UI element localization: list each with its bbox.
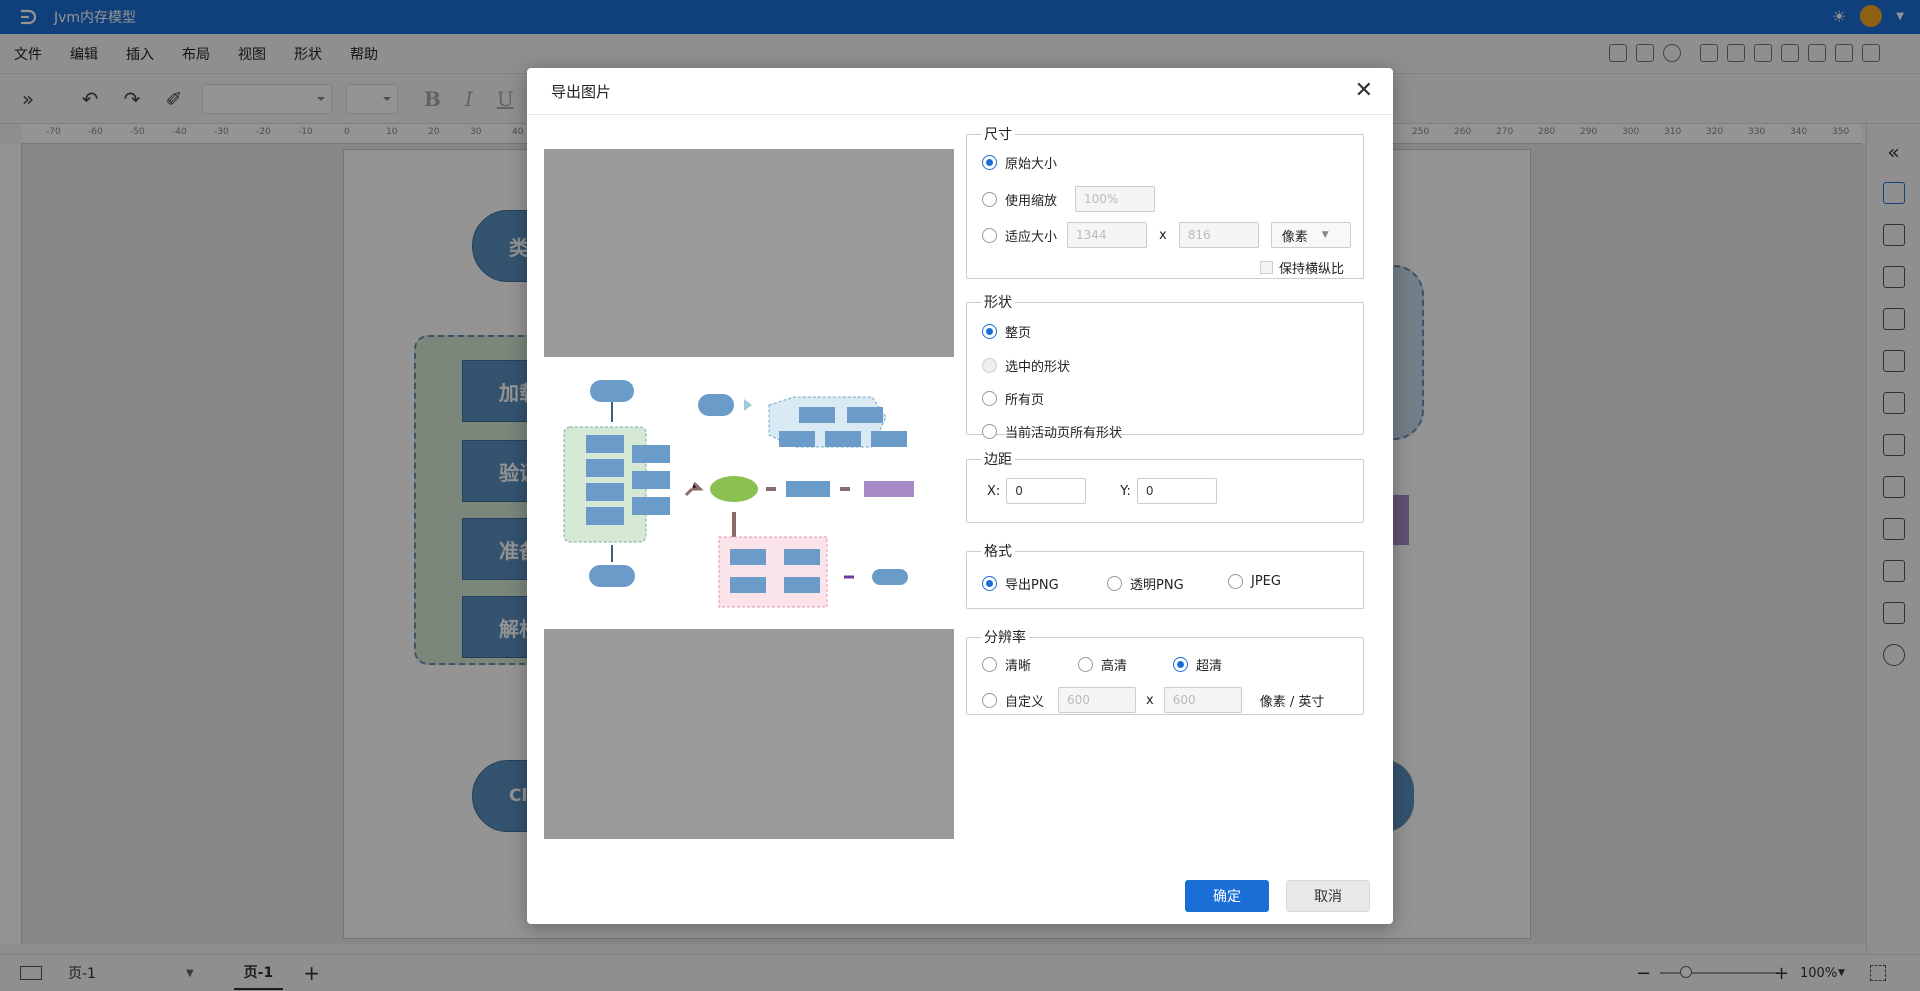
size-legend: 尺寸 bbox=[984, 127, 1012, 143]
radio-label: 自定义 bbox=[1005, 694, 1045, 710]
export-image-dialog: 导出图片 ✕ 尺寸 原始大小 使用缩放 100% 适应大小 1344 x 816… bbox=[527, 68, 1393, 924]
custom-height-input[interactable]: 600 bbox=[1163, 687, 1242, 713]
format-legend: 格式 bbox=[984, 544, 1012, 560]
format-transparent-png-radio[interactable]: 透明PNG bbox=[1107, 574, 1184, 593]
radio-label: 整页 bbox=[1005, 326, 1032, 341]
dpi-unit-label: 像素 / 英寸 bbox=[1259, 694, 1325, 710]
margin-x-label: X: bbox=[987, 483, 1001, 499]
shape-all-pages-radio[interactable]: 所有页 bbox=[982, 389, 1044, 408]
radio-dot[interactable] bbox=[982, 692, 997, 708]
radio-label: 使用缩放 bbox=[1005, 193, 1058, 209]
radio-label: 导出PNG bbox=[1005, 578, 1059, 593]
shape-selected-radio[interactable]: 选中的形状 bbox=[982, 356, 1070, 375]
cancel-button[interactable]: 取消 bbox=[1286, 880, 1370, 912]
radio-dot[interactable] bbox=[982, 358, 997, 373]
fit-x-label: x bbox=[1159, 227, 1167, 243]
fit-width-input[interactable]: 1344 bbox=[1067, 222, 1148, 248]
radio-dot[interactable] bbox=[982, 391, 997, 406]
radio-dot[interactable] bbox=[982, 324, 997, 339]
radio-label: JPEG bbox=[1251, 574, 1281, 589]
radio-label: 选中的形状 bbox=[1005, 360, 1071, 375]
chevron-down-icon: ▼ bbox=[1321, 230, 1329, 240]
shape-legend: 形状 bbox=[984, 295, 1012, 311]
resolution-clear-radio[interactable]: 清晰 bbox=[982, 655, 1031, 674]
resolution-hd-radio[interactable]: 高清 bbox=[1078, 655, 1127, 674]
margin-legend: 边距 bbox=[984, 452, 1012, 468]
export-preview bbox=[544, 149, 954, 839]
ok-button[interactable]: 确定 bbox=[1185, 880, 1269, 912]
margin-x-input[interactable]: 0 bbox=[1006, 478, 1087, 504]
margin-y-label: Y: bbox=[1120, 483, 1131, 499]
resolution-custom-radio[interactable]: 自定义 600 x 600 像素 / 英寸 bbox=[982, 687, 1324, 713]
dialog-header: 导出图片 ✕ bbox=[527, 68, 1393, 115]
radio-dot[interactable] bbox=[1107, 576, 1122, 591]
unit-select[interactable]: 像素 ▼ bbox=[1270, 222, 1351, 248]
checkbox-label: 保持横纵比 bbox=[1279, 262, 1345, 277]
margin-y-input[interactable]: 0 bbox=[1136, 478, 1217, 504]
radio-dot[interactable] bbox=[1078, 657, 1093, 672]
radio-dot[interactable] bbox=[1228, 574, 1243, 589]
radio-dot[interactable] bbox=[1173, 657, 1188, 672]
radio-label: 透明PNG bbox=[1130, 578, 1184, 593]
size-original-radio[interactable]: 原始大小 bbox=[982, 153, 1057, 172]
keep-ratio-checkbox[interactable]: 保持横纵比 bbox=[1260, 258, 1344, 277]
close-icon[interactable]: ✕ bbox=[1355, 78, 1373, 103]
size-scale-radio[interactable]: 使用缩放 100% bbox=[982, 186, 1156, 212]
dialog-title: 导出图片 bbox=[551, 83, 612, 101]
resolution-uhd-radio[interactable]: 超清 bbox=[1173, 655, 1222, 674]
radio-dot[interactable] bbox=[982, 657, 997, 672]
format-jpeg-radio[interactable]: JPEG bbox=[1228, 574, 1281, 589]
radio-dot[interactable] bbox=[982, 155, 997, 170]
radio-dot[interactable] bbox=[982, 424, 997, 439]
scale-input[interactable]: 100% bbox=[1075, 186, 1156, 212]
unit-select-value: 像素 bbox=[1281, 229, 1308, 245]
checkbox-box[interactable] bbox=[1260, 261, 1273, 274]
radio-label: 当前活动页所有形状 bbox=[1005, 426, 1123, 441]
preview-diagram-image bbox=[544, 357, 954, 629]
margin-row: X: 0 Y: 0 bbox=[987, 478, 1217, 504]
custom-width-input[interactable]: 600 bbox=[1058, 687, 1137, 713]
size-fit-radio[interactable]: 适应大小 1344 x 816 像素 ▼ bbox=[982, 222, 1351, 248]
radio-label: 所有页 bbox=[1005, 393, 1045, 408]
radio-dot[interactable] bbox=[982, 227, 997, 243]
radio-label: 适应大小 bbox=[1005, 229, 1058, 245]
shape-whole-page-radio[interactable]: 整页 bbox=[982, 322, 1031, 341]
radio-dot[interactable] bbox=[982, 576, 997, 591]
resolution-legend: 分辨率 bbox=[984, 630, 1026, 646]
radio-label: 原始大小 bbox=[1005, 157, 1058, 172]
radio-label: 超清 bbox=[1196, 659, 1223, 674]
format-png-radio[interactable]: 导出PNG bbox=[982, 574, 1059, 593]
shape-active-page-radio[interactable]: 当前活动页所有形状 bbox=[982, 422, 1122, 441]
custom-x-label: x bbox=[1146, 692, 1154, 708]
radio-label: 高清 bbox=[1101, 659, 1128, 674]
fit-height-input[interactable]: 816 bbox=[1178, 222, 1259, 248]
radio-dot[interactable] bbox=[982, 191, 997, 207]
radio-label: 清晰 bbox=[1005, 659, 1032, 674]
